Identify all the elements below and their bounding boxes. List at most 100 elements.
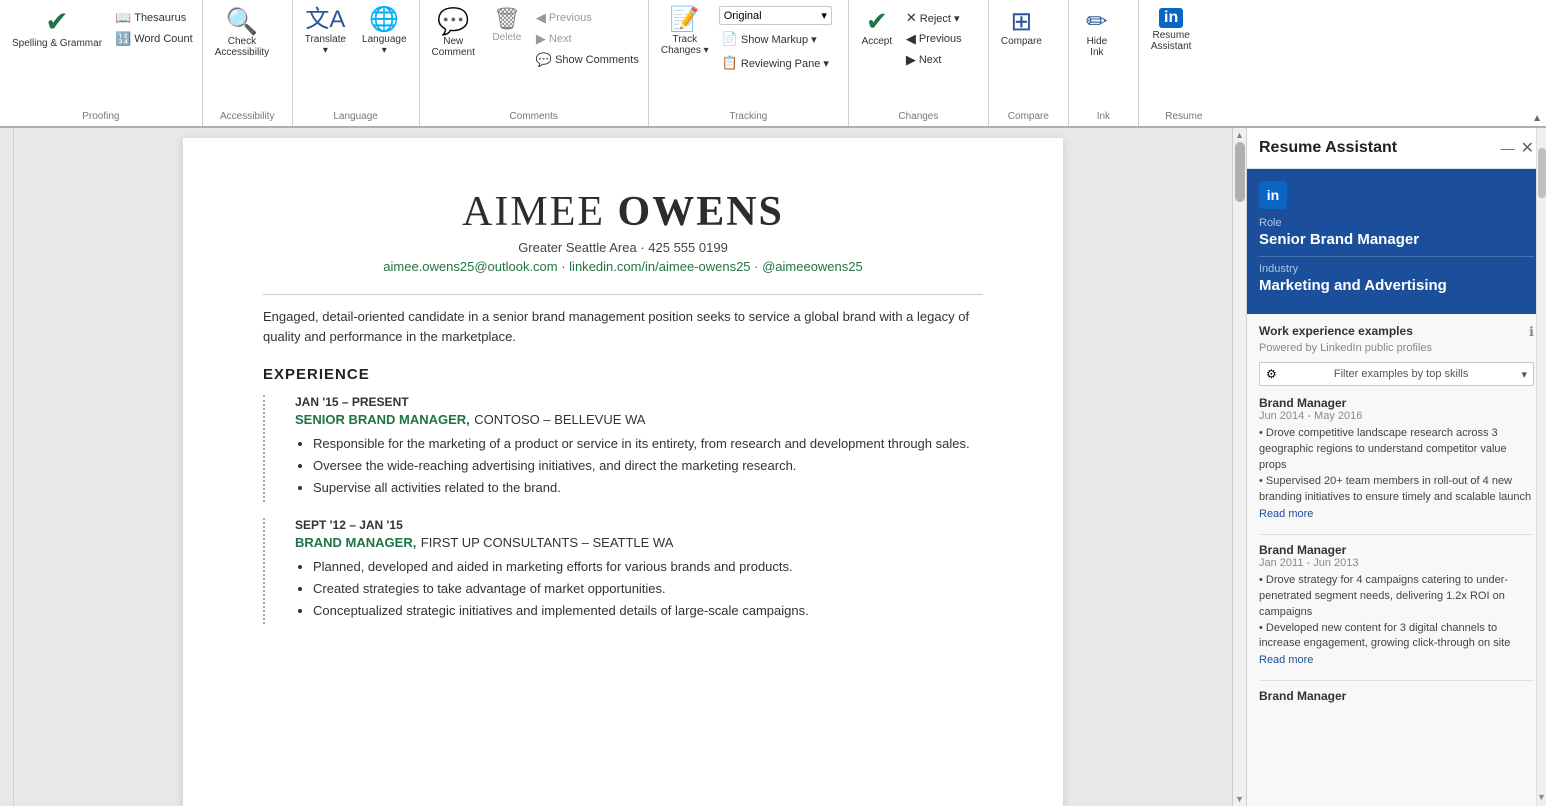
- resume-last-name: OWENS: [618, 189, 784, 235]
- previous-change-button[interactable]: ◀ Previous: [903, 29, 965, 49]
- doc-scrollbar[interactable]: ▲ ▼: [1232, 128, 1246, 806]
- ra-example-2-bullet-2: • Developed new content for 3 digital ch…: [1259, 621, 1534, 653]
- previous-comment-button[interactable]: ◀ Previous: [533, 8, 642, 28]
- ink-group-label: Ink: [1075, 109, 1132, 126]
- proofing-group-label: Proofing: [6, 109, 196, 126]
- thesaurus-button[interactable]: 📖 Thesaurus: [112, 8, 196, 28]
- language-button[interactable]: 🌐 Language▾: [356, 4, 413, 60]
- ra-body[interactable]: Work experience examples ℹ Powered by Li…: [1247, 314, 1546, 806]
- compare-button[interactable]: ⊞ Compare: [995, 4, 1048, 51]
- group-changes: ✔ Accept ✕ Reject ▾ ◀ Previous ▶ Next Ch…: [849, 0, 989, 126]
- ribbon: ✔ Spelling & Grammar 📖 Thesaurus 🔢 Word …: [0, 0, 1546, 128]
- job-1-bullet-3: Supervise all activities related to the …: [313, 479, 983, 497]
- reject-button[interactable]: ✕ Reject ▾: [903, 8, 965, 28]
- accept-button[interactable]: ✔ Accept: [855, 4, 899, 51]
- thesaurus-icon: 📖: [115, 10, 131, 26]
- job-1-bullet-1: Responsible for the marketing of a produ…: [313, 435, 983, 453]
- ra-example-1-read-more[interactable]: Read more: [1259, 508, 1534, 520]
- job-1: JAN '15 – PRESENT SENIOR BRAND MANAGER, …: [263, 395, 983, 502]
- next-comment-label: Next: [549, 33, 572, 45]
- ra-example-1-bullet-2: • Supervised 20+ team members in roll-ou…: [1259, 474, 1534, 506]
- delete-button[interactable]: 🗑 Delete: [485, 4, 529, 47]
- hide-ink-button[interactable]: ✏ HideInk: [1075, 4, 1119, 62]
- resume-name: AIMEE OWENS: [263, 188, 983, 236]
- next-comment-button[interactable]: ▶ Next: [533, 29, 642, 49]
- new-comment-button[interactable]: 💬 NewComment: [426, 4, 481, 62]
- next-change-button[interactable]: ▶ Next: [903, 50, 965, 70]
- reviewing-pane-button[interactable]: 📋 Reviewing Pane ▾: [719, 53, 832, 73]
- next-comment-icon: ▶: [536, 31, 546, 47]
- original-dropdown[interactable]: Original ▾: [719, 6, 832, 25]
- show-comments-button[interactable]: 💬 Show Comments: [533, 50, 642, 70]
- ra-example-2-read-more[interactable]: Read more: [1259, 654, 1534, 666]
- resume-summary[interactable]: Engaged, detail-oriented candidate in a …: [263, 307, 983, 346]
- job-2-title: BRAND MANAGER,: [295, 535, 416, 550]
- job-2: SEPT '12 – JAN '15 BRAND MANAGER, FIRST …: [263, 518, 983, 625]
- next-change-label: Next: [919, 54, 942, 66]
- spelling-grammar-button[interactable]: ✔ Spelling & Grammar: [6, 4, 108, 53]
- ra-example-1-dates: Jun 2014 - May 2016: [1259, 410, 1534, 422]
- ra-role-value: Senior Brand Manager: [1259, 231, 1534, 248]
- language-label: Language▾: [362, 34, 407, 56]
- reviewing-pane-icon: 📋: [722, 55, 738, 71]
- group-proofing: ✔ Spelling & Grammar 📖 Thesaurus 🔢 Word …: [0, 0, 203, 126]
- ra-role-label: Role: [1259, 217, 1534, 229]
- ra-example-1: Brand Manager Jun 2014 - May 2016 • Drov…: [1259, 396, 1534, 520]
- job-2-company: FIRST UP CONSULTANTS – SEATTLE WA: [421, 535, 674, 550]
- job-1-date: JAN '15 – PRESENT: [295, 395, 983, 409]
- ra-example-2-bullet-1: • Drove strategy for 4 campaigns caterin…: [1259, 573, 1534, 621]
- job-2-border: [263, 518, 283, 625]
- show-markup-label: Show Markup ▾: [741, 33, 817, 46]
- reject-icon: ✕: [906, 10, 917, 26]
- ra-industry-label: Industry: [1259, 263, 1534, 275]
- language-icon: 🌐: [369, 8, 399, 32]
- show-comments-icon: 💬: [536, 52, 552, 68]
- scroll-thumb[interactable]: [1235, 142, 1245, 202]
- check-accessibility-button[interactable]: 🔍 CheckAccessibility: [209, 4, 275, 62]
- scroll-up-arrow[interactable]: ▲: [1235, 130, 1244, 140]
- scroll-down-arrow[interactable]: ▼: [1235, 794, 1244, 804]
- document-area[interactable]: AIMEE OWENS Greater Seattle Area · 425 5…: [14, 128, 1232, 806]
- group-accessibility: 🔍 CheckAccessibility Accessibility: [203, 0, 293, 126]
- ra-title: Resume Assistant: [1259, 139, 1397, 157]
- accept-icon: ✔: [866, 8, 888, 34]
- show-markup-icon: 📄: [722, 31, 738, 47]
- job-2-title-line: BRAND MANAGER, FIRST UP CONSULTANTS – SE…: [295, 534, 983, 552]
- resume-links: aimee.owens25@outlook.com · linkedin.com…: [263, 259, 983, 274]
- group-resume: in ResumeAssistant Resume: [1139, 0, 1229, 126]
- ra-example-divider-2: [1259, 680, 1534, 681]
- show-comments-label: Show Comments: [555, 54, 639, 66]
- job-2-bullet-3: Conceptualized strategic initiatives and…: [313, 602, 983, 620]
- word-count-button[interactable]: 🔢 Word Count: [112, 29, 196, 49]
- reject-label: Reject ▾: [920, 12, 960, 25]
- show-markup-button[interactable]: 📄 Show Markup ▾: [719, 29, 832, 49]
- reviewing-pane-label: Reviewing Pane ▾: [741, 57, 829, 70]
- ra-filter-dropdown-icon: ▾: [1521, 368, 1527, 381]
- accessibility-group-label: Accessibility: [209, 109, 286, 126]
- ra-scrollbar[interactable]: ▼: [1536, 128, 1546, 806]
- resume-assistant-label: ResumeAssistant: [1151, 30, 1192, 52]
- ra-example-2-title: Brand Manager: [1259, 543, 1534, 557]
- ra-scroll-down[interactable]: ▼: [1537, 792, 1546, 802]
- ra-header: Resume Assistant — ✕: [1247, 128, 1546, 169]
- job-2-bullets: Planned, developed and aided in marketin…: [295, 558, 983, 621]
- group-comments: 💬 NewComment 🗑 Delete ◀ Previous ▶ Next …: [420, 0, 649, 126]
- comments-group-label: Comments: [426, 109, 642, 126]
- ra-filter-icon: ⚙: [1266, 367, 1277, 381]
- group-ink: ✏ HideInk Ink: [1069, 0, 1139, 126]
- ra-close-button[interactable]: ✕: [1521, 138, 1534, 158]
- ra-info-icon[interactable]: ℹ: [1529, 324, 1534, 340]
- ra-example-3: Brand Manager: [1259, 689, 1534, 703]
- resume-assistant-button[interactable]: in ResumeAssistant: [1145, 4, 1198, 56]
- track-changes-button[interactable]: 📝 TrackChanges ▾: [655, 4, 715, 60]
- job-2-bullet-1: Planned, developed and aided in marketin…: [313, 558, 983, 576]
- ra-collapse-button[interactable]: —: [1501, 140, 1515, 156]
- spelling-grammar-label: Spelling & Grammar: [12, 38, 102, 49]
- accessibility-icon: 🔍: [226, 8, 258, 34]
- translate-button[interactable]: 文A Translate▾: [299, 4, 352, 60]
- ra-scroll-thumb[interactable]: [1538, 148, 1546, 198]
- main-area: AIMEE OWENS Greater Seattle Area · 425 5…: [0, 128, 1546, 806]
- doc-left-margin: [0, 128, 14, 806]
- ra-filter-bar[interactable]: ⚙ Filter examples by top skills ▾: [1259, 362, 1534, 386]
- ribbon-collapse-button[interactable]: ▲: [1528, 0, 1546, 126]
